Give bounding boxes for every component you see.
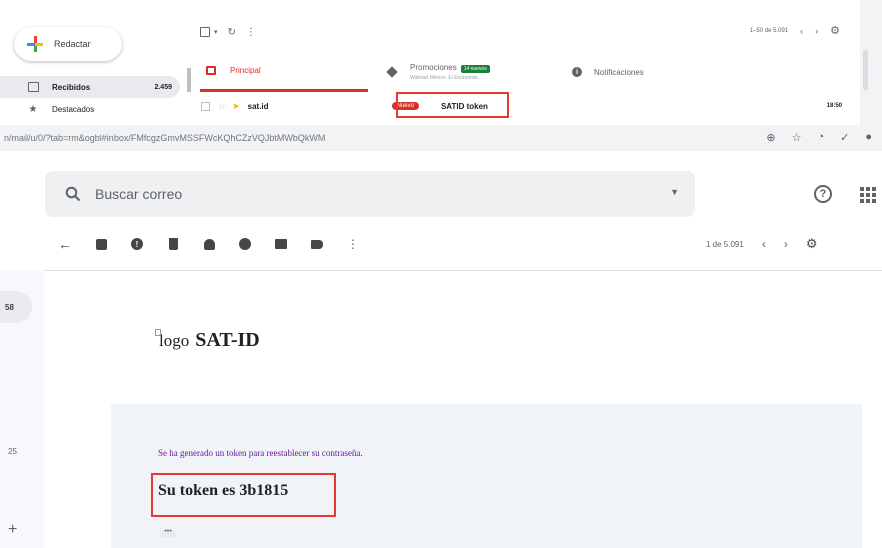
message-pagination: 1 de 5.091 ‹ › ⚙ (706, 236, 817, 252)
pagination-text: 1 de 5.091 (706, 239, 744, 249)
browser-actions: ⊕ ☆ ◔ ✓ ● (766, 131, 872, 144)
star-icon: ★ (28, 103, 38, 115)
tag-icon (386, 66, 398, 78)
row-checkbox[interactable] (201, 101, 210, 111)
row-sender: sat.id (247, 101, 269, 111)
address-bar[interactable]: n/mail/u/0/?tab=rm&ogbl#inbox/FMfcgzGmvM… (0, 125, 882, 151)
select-dropdown-icon[interactable]: ▾ (214, 28, 218, 36)
add-icon[interactable]: + (8, 521, 17, 539)
highlight-box-subject (396, 92, 509, 118)
next-page-icon[interactable]: › (815, 26, 818, 36)
more-options-icon[interactable]: ⋮ (246, 27, 256, 38)
move-to-folder-icon[interactable] (274, 237, 288, 251)
search-bar[interactable]: Buscar correo ▼ (45, 171, 695, 217)
label-icon[interactable] (310, 237, 324, 251)
inbox-tab-icon (206, 66, 216, 75)
search-icon[interactable] (65, 186, 81, 202)
inbox-crop: Redactar Recibidos 2.459 ★ Destacados ▾ … (0, 0, 882, 125)
search-options-icon[interactable]: ▼ (670, 187, 679, 197)
apps-grid-icon[interactable] (860, 187, 876, 203)
settings-gear-icon[interactable]: ⚙ (806, 236, 818, 252)
back-arrow-icon[interactable]: ← (58, 236, 72, 252)
sidebar-count-badge[interactable]: 58 (0, 291, 32, 323)
new-count-badge: 14 nuevos (460, 65, 490, 73)
tab-label: Notificaciones (594, 67, 644, 77)
tab-notificaciones[interactable]: i Notificaciones (572, 52, 732, 92)
delete-icon[interactable] (166, 237, 180, 251)
archive-icon[interactable] (94, 237, 108, 251)
star-outline-icon[interactable]: ☆ (218, 101, 226, 112)
select-all-checkbox[interactable] (200, 27, 210, 37)
logo-text: SAT-ID (195, 329, 260, 351)
sidebar-item-recibidos[interactable]: Recibidos 2.459 (0, 76, 180, 98)
list-pagination: 1–50 de 5.091 ‹ › ⚙ (750, 24, 840, 37)
info-icon: i (572, 67, 582, 77)
toolbar-divider (45, 270, 882, 271)
url-text: n/mail/u/0/?tab=rm&ogbl#inbox/FMfcgzGmvM… (4, 133, 326, 143)
highlight-box-token (151, 473, 336, 517)
tab-principal[interactable]: Principal (200, 52, 368, 92)
zoom-icon[interactable]: ⊕ (766, 131, 775, 144)
scrollbar[interactable] (863, 50, 868, 90)
sidebar-item-label: Destacados (52, 104, 95, 114)
broken-image-alt: logo (155, 329, 189, 351)
settings-gear-icon[interactable]: ⚙ (830, 24, 840, 37)
email-row[interactable]: ☆ ➤ sat.id Nuevo SATID token 18:50 (195, 93, 860, 119)
important-marker-icon[interactable]: ➤ (232, 101, 240, 112)
list-toolbar: ▾ ↻ ⋮ (200, 22, 256, 42)
unread-count: 2.459 (154, 83, 172, 91)
prev-message-icon[interactable]: ‹ (762, 237, 766, 251)
bookmark-star-icon[interactable]: ☆ (792, 131, 802, 144)
search-input[interactable]: Buscar correo (95, 186, 182, 202)
tab-promociones[interactable]: Promociones 14 nuevos Walmart México, El … (386, 52, 558, 92)
prev-page-icon[interactable]: ‹ (800, 26, 803, 36)
mark-unread-icon[interactable] (202, 237, 216, 251)
tab-label: Promociones (410, 63, 457, 72)
next-message-icon[interactable]: › (784, 237, 788, 251)
message-crop: n/mail/u/0/?tab=rm&ogbl#inbox/FMfcgzGmvM… (0, 125, 882, 548)
sidebar-count: 25 (8, 447, 17, 456)
message-body-text: Se ha generado un token para reestablece… (158, 448, 363, 458)
side-panel (860, 0, 882, 125)
pagination-text: 1–50 de 5.091 (749, 27, 789, 34)
inbox-icon (26, 80, 40, 94)
profile-icon[interactable]: ● (865, 131, 872, 144)
sender-logo: logo SAT-ID (155, 317, 260, 352)
extension-icon[interactable]: ◔ (817, 131, 824, 144)
compose-button[interactable]: Redactar (14, 27, 122, 61)
sidebar-item-label: Recibidos (52, 82, 91, 92)
report-spam-icon[interactable]: ! (130, 237, 144, 251)
row-time: 18:50 (826, 103, 842, 109)
tab-label: Principal (230, 66, 261, 75)
more-options-icon[interactable]: ⋮ (346, 237, 360, 251)
help-icon[interactable]: ? (814, 185, 832, 203)
sidebar-resize-handle[interactable] (187, 68, 191, 92)
snooze-icon[interactable] (238, 237, 252, 251)
refresh-icon[interactable]: ↻ (228, 27, 236, 38)
check-icon[interactable]: ✓ (840, 131, 849, 144)
tab-senders-preview: Walmart México, El Economist... (410, 75, 482, 81)
show-trimmed-content-button[interactable]: ••• (160, 528, 176, 537)
sidebar-item-destacados[interactable]: ★ Destacados (0, 98, 180, 120)
message-toolbar: ← ! ⋮ (58, 231, 360, 257)
compose-label: Redactar (54, 39, 91, 49)
compose-plus-icon (26, 35, 44, 53)
